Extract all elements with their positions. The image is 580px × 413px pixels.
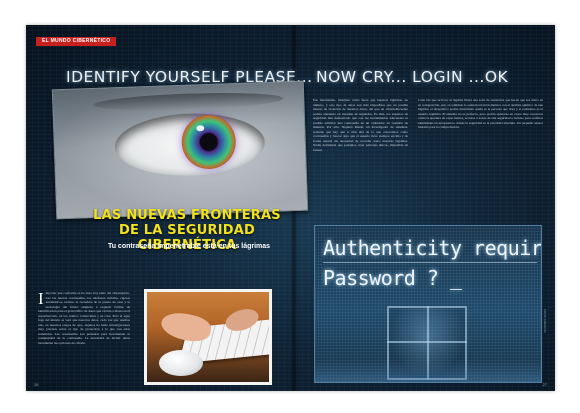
auth-text-line2: Password ? _ (323, 266, 462, 290)
body-text-left: mportar que conforme se ha visto hoy tan… (38, 291, 130, 345)
article-subtitle: Tu contraseña impenetrable está en tus l… (107, 243, 271, 250)
magazine-spread: EL MUNDO CIBERNÉTICO IDENTIFY YOURSELF P… (26, 25, 555, 391)
page-number-left: 26 (34, 382, 39, 387)
headline-right: NOW CRY... LOGIN ...OK (316, 68, 509, 86)
auth-underline (323, 262, 537, 263)
dropcap: I (38, 291, 44, 308)
keyboard-photo (144, 289, 272, 385)
computer-mouse (159, 350, 203, 376)
body-column-left: I mportar que conforme se ha visto hoy t… (38, 291, 130, 381)
screen-glow (315, 360, 541, 382)
page-canvas: EL MUNDO CIBERNÉTICO IDENTIFY YOURSELF P… (0, 0, 580, 413)
auth-text-line1: Authenticity required. (323, 236, 542, 260)
eye-photo (51, 80, 309, 220)
photo-credit: FOTO: ARCHIVO (543, 309, 547, 333)
body-column-right-b: Cada vez que se llora, la lágrima libera… (418, 98, 543, 129)
page-number-right: 27 (542, 382, 547, 387)
section-tag: EL MUNDO CIBERNÉTICO (36, 37, 117, 46)
body-column-right-a: Ese mecanismo, imaginar cómo fuera que n… (313, 98, 408, 152)
authentication-screen-photo: Authenticity required. Password ? _ (314, 225, 542, 383)
article-title-line1: LAS NUEVAS FRONTERAS (93, 208, 281, 223)
